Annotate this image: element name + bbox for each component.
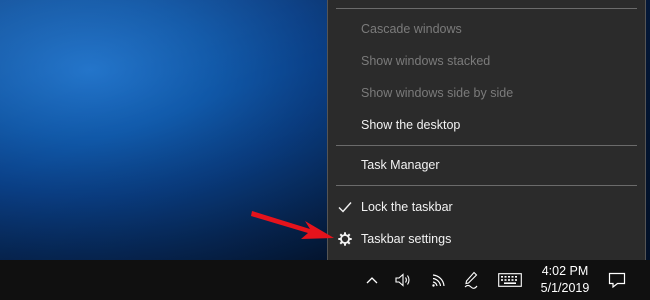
menu-separator: [336, 8, 637, 9]
menu-separator: [336, 185, 637, 186]
menu-item-label: Task Manager: [361, 158, 440, 172]
annotation-arrow: [251, 211, 334, 239]
check-icon: [337, 191, 353, 223]
menu-item-label: Show windows side by side: [361, 86, 514, 100]
menu-item-show-windows-stacked[interactable]: Show windows stacked: [328, 45, 645, 77]
menu-item-label: Cascade windows: [361, 22, 462, 36]
menu-item-cascade-windows[interactable]: Cascade windows: [328, 13, 645, 45]
taskbar[interactable]: 4:02 PM 5/1/2019: [0, 260, 650, 300]
menu-item-label: Show the desktop: [361, 118, 461, 132]
clock-date: 5/1/2019: [540, 281, 590, 295]
taskbar-clock[interactable]: 4:02 PM 5/1/2019: [532, 263, 598, 297]
menu-item-lock-the-taskbar[interactable]: Lock the taskbar: [328, 191, 645, 223]
menu-item-show-the-desktop[interactable]: Show the desktop: [328, 109, 645, 141]
chevron-up-icon[interactable]: [362, 268, 382, 292]
wifi-icon[interactable]: [428, 268, 448, 292]
menu-item-label: Lock the taskbar: [361, 200, 453, 214]
clock-time: 4:02 PM: [541, 264, 589, 278]
menu-item-taskbar-settings[interactable]: Taskbar settings: [328, 223, 645, 255]
taskbar-context-menu: Cascade windows Show windows stacked Sho…: [327, 0, 646, 262]
pen-icon[interactable]: [461, 268, 481, 292]
keyboard-icon[interactable]: [497, 268, 523, 292]
menu-separator: [336, 145, 637, 146]
notification-icon[interactable]: [606, 268, 628, 292]
menu-item-task-manager[interactable]: Task Manager: [328, 149, 645, 181]
menu-item-label: Show windows stacked: [361, 54, 491, 68]
gear-icon: [337, 223, 353, 255]
menu-item-show-windows-side-by-side[interactable]: Show windows side by side: [328, 77, 645, 109]
volume-icon[interactable]: [393, 268, 413, 292]
menu-item-label: Taskbar settings: [361, 232, 452, 246]
